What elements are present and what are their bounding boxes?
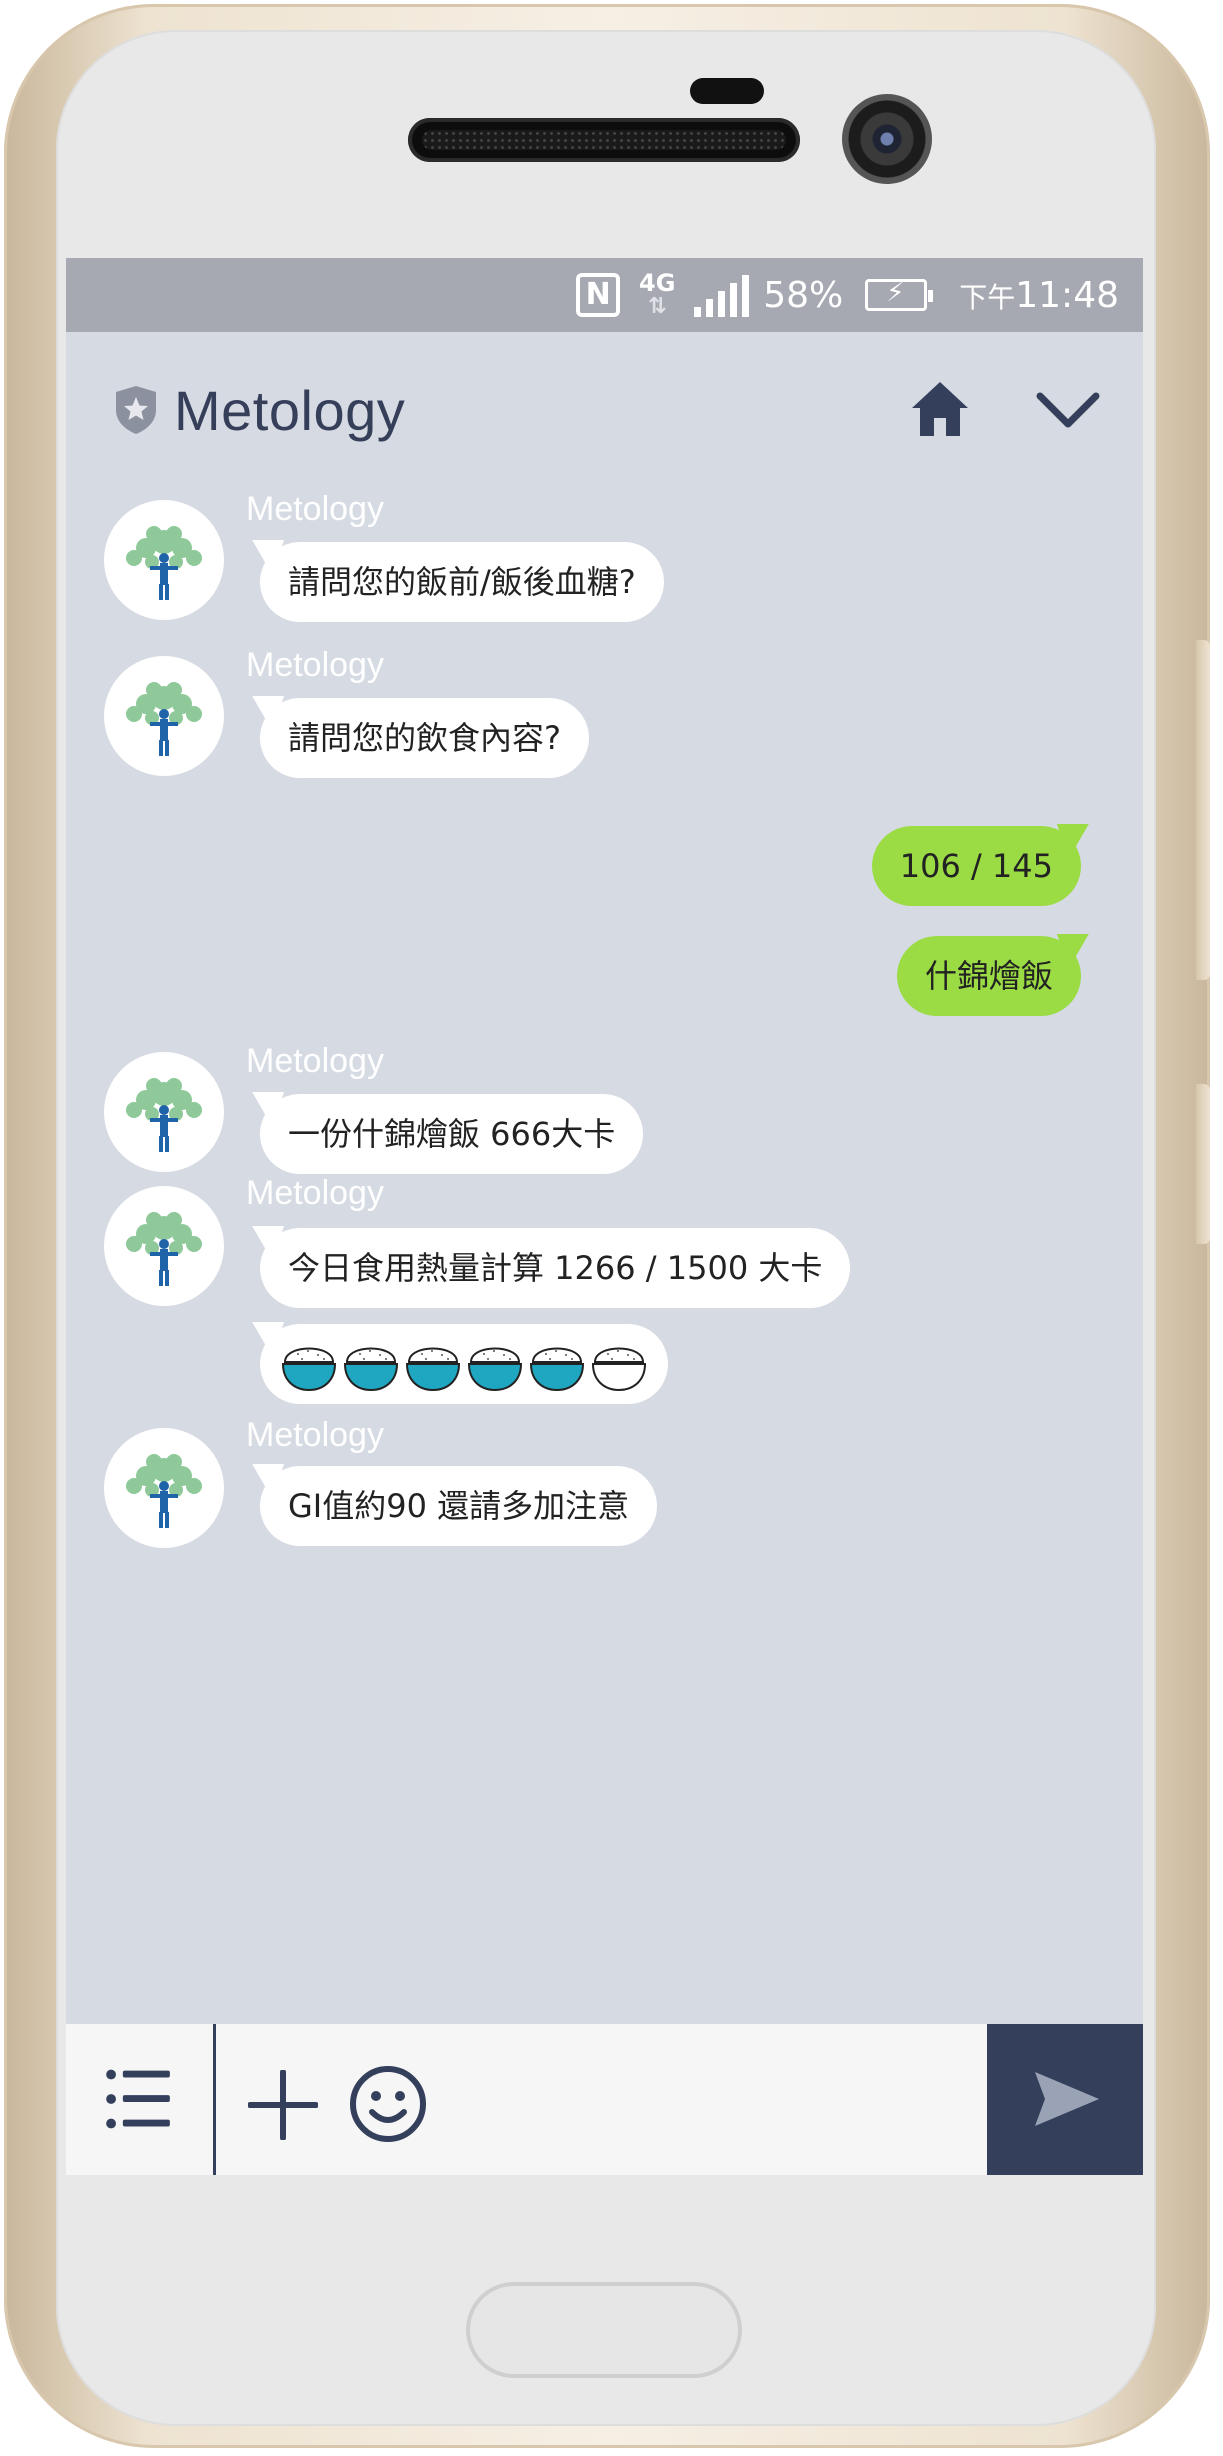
smiley-icon[interactable] — [348, 2064, 428, 2144]
battery-percent: 58% — [763, 274, 844, 316]
clock: 下午11:48 — [959, 275, 1119, 316]
menu-button[interactable] — [66, 2024, 216, 2175]
send-arrow-icon — [1035, 2072, 1099, 2126]
message-sender: Metology — [246, 646, 384, 684]
message-input-bar — [66, 2024, 1143, 2175]
network-4g-icon: 4G ⇅ — [634, 271, 680, 319]
clock-time: 11:48 — [1015, 274, 1119, 316]
proximity-sensor — [690, 78, 764, 104]
tree-person-logo — [126, 1454, 202, 1528]
calorie-bowls — [260, 1324, 668, 1404]
message-sender: Metology — [246, 1042, 384, 1080]
signal-icon — [694, 273, 750, 317]
home-button[interactable] — [466, 2282, 742, 2378]
status-bar: N 4G ⇅ 58% ⚡ 下午11:48 — [66, 258, 1143, 332]
outgoing-message[interactable]: 106 / 145 — [871, 826, 1081, 906]
home-icon[interactable] — [910, 380, 970, 438]
message-sender: Metology — [246, 1416, 384, 1454]
outgoing-message[interactable]: 什錦燴飯 — [896, 936, 1081, 1016]
bot-avatar[interactable] — [104, 500, 224, 620]
rice-bowl-empty-icon — [591, 1347, 647, 1392]
calorie-bowls-message[interactable] — [260, 1324, 668, 1404]
incoming-message[interactable]: 一份什錦燴飯 666大卡 — [260, 1094, 644, 1174]
list-menu-icon — [106, 2069, 170, 2129]
message-sender: Metology — [246, 1174, 384, 1212]
tree-person-logo — [126, 1212, 202, 1286]
send-button[interactable] — [987, 2024, 1143, 2175]
incoming-message[interactable]: 請問您的飲食內容? — [260, 698, 589, 778]
bot-avatar[interactable] — [104, 1052, 224, 1172]
network-label: 4G — [639, 269, 676, 297]
chevron-down-icon[interactable] — [1036, 390, 1100, 430]
battery-charging-icon: ⚡ — [865, 278, 934, 311]
tree-person-logo — [126, 682, 202, 756]
rice-bowl-full-icon — [529, 1347, 585, 1392]
chat-header: Metology — [66, 332, 1143, 472]
app-screen: N 4G ⇅ 58% ⚡ 下午11:48 Metology Metology 請… — [66, 258, 1143, 2175]
message-sender: Metology — [246, 490, 384, 528]
shield-star-icon — [116, 386, 156, 434]
rice-bowl-full-icon — [405, 1347, 461, 1392]
clock-prefix: 下午 — [959, 280, 1016, 314]
rice-bowl-full-icon — [343, 1347, 399, 1392]
volume-button — [1196, 640, 1210, 980]
earpiece-speaker — [408, 118, 800, 162]
tree-person-logo — [126, 1078, 202, 1152]
bot-avatar[interactable] — [104, 656, 224, 776]
front-camera — [842, 94, 932, 184]
bot-avatar[interactable] — [104, 1428, 224, 1548]
incoming-message[interactable]: 請問您的飯前/飯後血糖? — [260, 542, 664, 622]
plus-icon[interactable] — [248, 2070, 318, 2140]
rice-bowl-full-icon — [467, 1347, 523, 1392]
incoming-message[interactable]: GI值約90 還請多加注意 — [260, 1466, 658, 1546]
incoming-message[interactable]: 今日食用熱量計算 1266 / 1500 大卡 — [260, 1228, 851, 1308]
bot-avatar[interactable] — [104, 1186, 224, 1306]
power-button — [1196, 1084, 1210, 1244]
data-arrows-icon: ⇅ — [648, 294, 667, 319]
page-title: Metology — [174, 379, 406, 442]
rice-bowl-full-icon — [281, 1347, 337, 1392]
nfc-icon: N — [576, 273, 621, 317]
tree-person-logo — [126, 526, 202, 600]
